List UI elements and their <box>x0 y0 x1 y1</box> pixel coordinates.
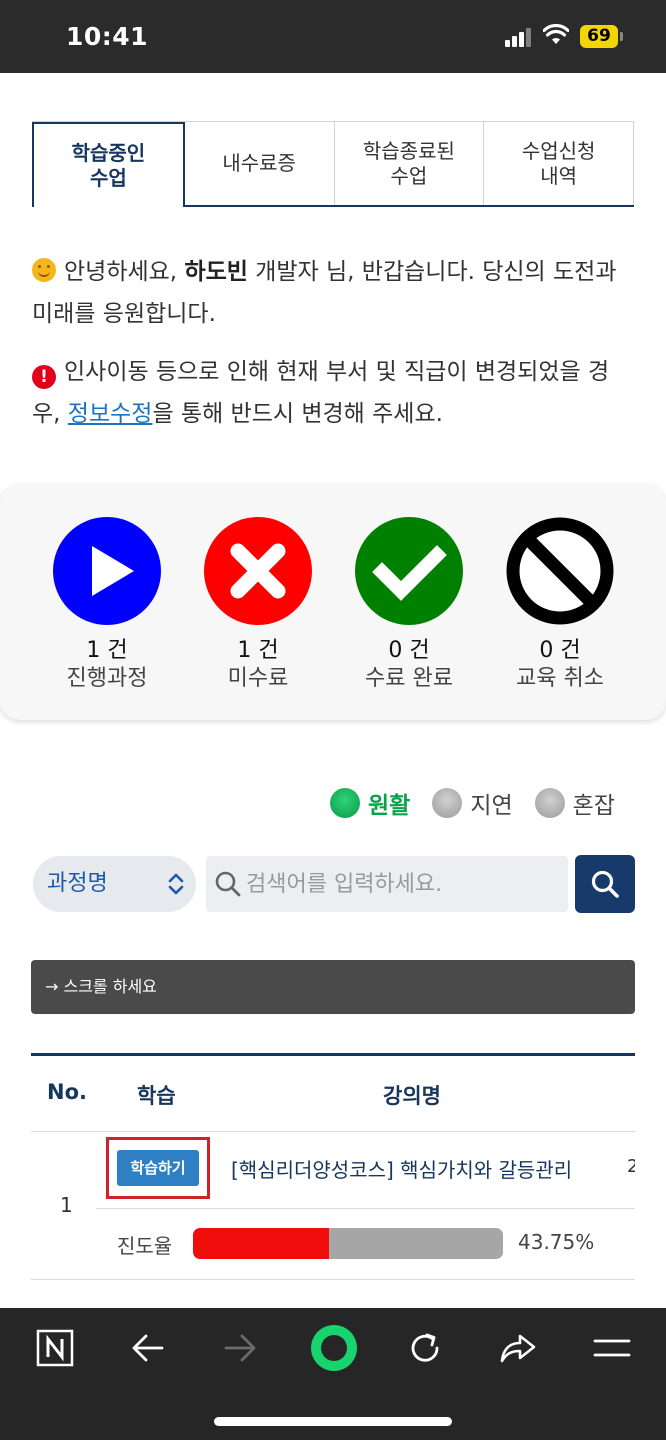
stat-count: 0 건 <box>539 638 581 663</box>
status-bar: 10:41 69 <box>0 0 666 73</box>
search-icon <box>591 870 619 898</box>
x-icon <box>204 517 312 625</box>
header-title: 강의명 <box>383 1084 441 1108</box>
gray-dot-icon <box>432 788 463 818</box>
study-button-highlight: 학습하기 <box>106 1137 210 1199</box>
stat-label: 미수료 <box>227 666 289 691</box>
stat-count: 0 건 <box>388 638 430 663</box>
course-tabs: 학습중인 수업 내수료증 학습종료된 수업 수업신청 내역 <box>32 121 634 207</box>
user-name: 하도빈 <box>184 259 248 285</box>
legend-smooth: 원활 <box>330 786 410 820</box>
stat-incomplete[interactable]: 1 건 미수료 <box>203 516 313 694</box>
share-icon[interactable] <box>498 1328 538 1368</box>
status-time: 10:41 <box>66 22 149 51</box>
prohibited-icon <box>506 517 614 625</box>
course-stats-card: 1 건 진행과정 1 건 미수료 0 건 수료 완료 0 건 교육 취소 <box>0 484 666 720</box>
stat-in-progress[interactable]: 1 건 진행과정 <box>52 516 162 694</box>
edit-info-link[interactable]: 정보수정 <box>68 401 153 427</box>
back-arrow-icon[interactable] <box>128 1328 168 1368</box>
gray-dot-icon <box>534 788 565 818</box>
tab-finished[interactable]: 학습종료된 수업 <box>335 122 485 205</box>
legend-delay: 지연 <box>432 786 513 820</box>
progress-fill <box>193 1228 329 1259</box>
row-number: 1 <box>60 1193 73 1217</box>
header-no: No. <box>47 1080 87 1104</box>
header-study: 학습 <box>137 1084 176 1108</box>
cellular-signal-icon <box>505 27 533 47</box>
stat-count: 1 건 <box>86 638 128 663</box>
search-icon <box>215 871 241 897</box>
course-title-link[interactable]: [핵심리더양성코스] 핵심가치와 갈등관리 <box>231 1154 572 1183</box>
legend-busy: 혼잡 <box>534 786 615 820</box>
row-divider <box>96 1208 635 1209</box>
stat-completed[interactable]: 0 건 수료 완료 <box>354 516 464 694</box>
alert-notice: ! 인사이동 등으로 인해 현재 부서 및 직급이 변경되었을 경우, 정보수정을… <box>32 359 610 427</box>
progress-label: 진도율 <box>117 1234 173 1258</box>
stat-label: 수료 완료 <box>365 666 453 691</box>
tab-in-progress[interactable]: 학습중인 수업 <box>32 122 185 207</box>
stat-label: 진행과정 <box>66 666 148 691</box>
scroll-hint-banner: → 스크롤 하세요 <box>31 960 635 1014</box>
tab-certificates[interactable]: 내수료증 <box>185 122 335 205</box>
refresh-icon[interactable] <box>405 1328 445 1368</box>
forward-arrow-icon[interactable] <box>220 1328 260 1368</box>
stat-cancelled[interactable]: 0 건 교육 취소 <box>505 516 615 694</box>
search-button[interactable] <box>575 855 635 913</box>
hamburger-menu-icon[interactable] <box>592 1328 632 1368</box>
battery-icon: 69 <box>580 25 623 48</box>
search-box <box>206 856 568 912</box>
green-dot-icon <box>330 788 360 818</box>
server-status-legend: 원활 지연 혼잡 <box>330 786 615 820</box>
progress-bar <box>193 1228 503 1259</box>
green-dot-menu-icon[interactable] <box>310 1324 358 1372</box>
course-extra-cell: 2 <box>627 1156 635 1177</box>
alert-icon: ! <box>32 365 56 389</box>
stat-label: 교육 취소 <box>516 666 604 691</box>
greeting-notice: 안녕하세요, 하도빈 개발자 님, 반갑습니다. 당신의 도전과 미래를 응원합… <box>32 258 617 327</box>
home-indicator <box>214 1417 452 1426</box>
stat-count: 1 건 <box>237 638 279 663</box>
search-input[interactable] <box>246 856 561 912</box>
chevron-updown-icon <box>168 873 184 895</box>
tab-applications[interactable]: 수업신청 내역 <box>484 122 634 205</box>
search-category-select[interactable]: 과정명 <box>33 856 196 912</box>
play-icon <box>53 517 161 625</box>
smile-icon <box>32 258 56 282</box>
check-icon <box>355 517 463 625</box>
table-header: No. 학습 강의명 <box>31 1056 635 1132</box>
table-row: 1 학습하기 [핵심리더양성코스] 핵심가치와 갈등관리 2 진도율 43.75… <box>31 1132 635 1280</box>
wifi-icon <box>543 24 569 44</box>
progress-value: 43.75% <box>518 1230 595 1254</box>
study-button[interactable]: 학습하기 <box>117 1150 199 1186</box>
course-table: No. 학습 강의명 1 학습하기 [핵심리더양성코스] 핵심가치와 갈등관리 … <box>31 1053 635 1280</box>
naver-home-icon[interactable] <box>35 1328 75 1368</box>
